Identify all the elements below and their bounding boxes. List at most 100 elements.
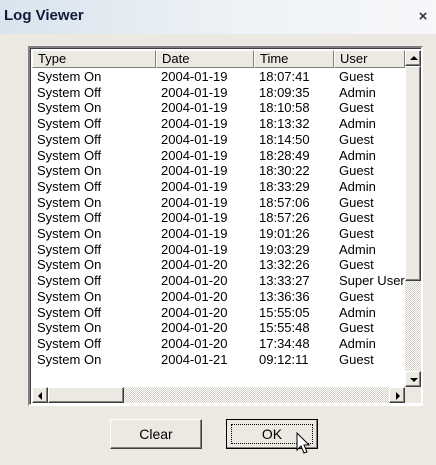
cell-type: System Off <box>37 241 102 257</box>
log-row[interactable]: System On 2004-01-19 18:57:06 Guest <box>32 195 405 211</box>
cell-time: 18:10:58 <box>259 100 310 116</box>
log-row[interactable]: System On 2004-01-21 09:12:11 Guest <box>32 352 405 368</box>
cell-time: 18:07:41 <box>259 69 310 84</box>
column-header-type[interactable]: Type <box>32 50 156 68</box>
log-row[interactable]: System On 2004-01-19 18:07:41 Guest <box>32 69 405 85</box>
arrow-left-icon <box>38 392 42 400</box>
column-header-date[interactable]: Date <box>156 50 254 68</box>
cell-time: 15:55:05 <box>259 304 310 320</box>
cell-date: 2004-01-20 <box>161 288 228 304</box>
log-row[interactable]: System On 2004-01-19 18:30:22 Guest <box>32 163 405 179</box>
log-row[interactable]: System On 2004-01-20 13:32:26 Guest <box>32 257 405 273</box>
log-rows: System On 2004-01-19 18:07:41 Guest System O… <box>32 69 405 385</box>
log-list-view[interactable]: Type Date Time User System On 2004-01-19 1… <box>28 46 423 406</box>
cell-time: 18:57:06 <box>259 194 310 210</box>
cell-user: Guest <box>339 257 374 273</box>
cell-type: System On <box>37 351 102 367</box>
cell-type: System Off <box>37 304 102 320</box>
cell-user: Admin <box>339 335 376 351</box>
cell-date: 2004-01-19 <box>161 178 228 194</box>
vertical-scroll-thumb[interactable] <box>405 66 421 281</box>
cell-user: Guest <box>339 194 374 210</box>
cell-time: 19:03:29 <box>259 241 310 257</box>
cell-type: System On <box>37 320 102 336</box>
scroll-left-button[interactable] <box>32 387 48 403</box>
scroll-down-button[interactable] <box>405 371 421 387</box>
cell-date: 2004-01-19 <box>161 131 228 147</box>
cell-date: 2004-01-20 <box>161 273 228 289</box>
log-row[interactable]: System Off 2004-01-19 18:14:50 Guest <box>32 132 405 148</box>
vertical-scroll-track[interactable] <box>405 281 421 371</box>
arrow-down-icon <box>410 378 418 382</box>
cell-user: Guest <box>339 320 374 336</box>
cell-time: 18:30:22 <box>259 163 310 179</box>
scroll-up-button[interactable] <box>405 50 421 66</box>
close-button[interactable]: × <box>412 7 434 27</box>
cell-type: System Off <box>37 147 102 163</box>
cell-user: Guest <box>339 351 374 367</box>
cell-time: 15:55:48 <box>259 320 310 336</box>
cell-user: Admin <box>339 116 376 132</box>
arrow-up-icon <box>410 56 418 60</box>
log-row[interactable]: System On 2004-01-20 13:36:36 Guest <box>32 289 405 305</box>
cell-date: 2004-01-19 <box>161 147 228 163</box>
cell-date: 2004-01-19 <box>161 241 228 257</box>
cell-type: System Off <box>37 178 102 194</box>
cell-user: Guest <box>339 163 374 179</box>
cell-type: System Off <box>37 116 102 132</box>
cell-time: 19:01:26 <box>259 226 310 241</box>
list-header: Type Date Time User <box>32 50 405 68</box>
cell-user: Guest <box>339 210 374 226</box>
vertical-scrollbar[interactable] <box>405 50 421 387</box>
clear-button[interactable]: Clear <box>110 419 202 449</box>
ok-button-label: OK <box>261 426 283 442</box>
cell-user: Guest <box>339 100 374 116</box>
cell-time: 18:09:35 <box>259 84 310 100</box>
cell-date: 2004-01-19 <box>161 210 228 226</box>
log-row[interactable]: System On 2004-01-20 15:55:48 Guest <box>32 320 405 336</box>
cell-time: 17:34:48 <box>259 335 310 351</box>
cell-date: 2004-01-19 <box>161 116 228 132</box>
cell-user: Guest <box>339 288 374 304</box>
log-row[interactable]: System Off 2004-01-20 15:55:05 Admin <box>32 305 405 321</box>
log-row[interactable]: System Off 2004-01-19 18:33:29 Admin <box>32 179 405 195</box>
cell-date: 2004-01-20 <box>161 320 228 336</box>
horizontal-scroll-track[interactable] <box>124 387 389 403</box>
cell-user: Admin <box>339 147 376 163</box>
cell-user: Admin <box>339 241 376 257</box>
cell-user: Admin <box>339 178 376 194</box>
arrow-right-icon <box>396 392 400 400</box>
cell-date: 2004-01-19 <box>161 194 228 210</box>
log-row[interactable]: System Off 2004-01-19 18:13:32 Admin <box>32 116 405 132</box>
log-row[interactable]: System Off 2004-01-19 18:28:49 Admin <box>32 148 405 164</box>
cell-user: Guest <box>339 131 374 147</box>
cell-date: 2004-01-19 <box>161 163 228 179</box>
cell-date: 2004-01-19 <box>161 84 228 100</box>
horizontal-scroll-thumb[interactable] <box>48 387 124 403</box>
cell-date: 2004-01-19 <box>161 100 228 116</box>
cell-time: 18:57:26 <box>259 210 310 226</box>
cell-type: System On <box>37 194 102 210</box>
scroll-right-button[interactable] <box>389 387 405 403</box>
cell-time: 18:14:50 <box>259 131 310 147</box>
log-row[interactable]: System Off 2004-01-19 19:03:29 Admin <box>32 242 405 258</box>
cell-type: System Off <box>37 84 102 100</box>
cell-user: Admin <box>339 304 376 320</box>
cell-type: System On <box>37 100 102 116</box>
log-row[interactable]: System On 2004-01-19 18:10:58 Guest <box>32 100 405 116</box>
log-row[interactable]: System On 2004-01-19 19:01:26 Guest <box>32 226 405 242</box>
title-bar[interactable]: Log Viewer × <box>0 0 436 34</box>
log-row[interactable]: System Off 2004-01-19 18:57:26 Guest <box>32 210 405 226</box>
column-header-time[interactable]: Time <box>254 50 334 68</box>
log-row[interactable]: System Off 2004-01-20 17:34:48 Admin <box>32 336 405 352</box>
log-row[interactable]: System Off 2004-01-20 13:33:27 Super User <box>32 273 405 289</box>
cell-type: System On <box>37 163 102 179</box>
cell-type: System Off <box>37 335 102 351</box>
horizontal-scrollbar[interactable] <box>32 387 405 403</box>
cell-user: Guest <box>339 226 374 241</box>
cell-time: 13:36:36 <box>259 288 310 304</box>
cell-type: System On <box>37 288 102 304</box>
column-header-user[interactable]: User <box>334 50 405 68</box>
scrollbar-corner <box>405 387 421 403</box>
log-row[interactable]: System Off 2004-01-19 18:09:35 Admin <box>32 85 405 101</box>
